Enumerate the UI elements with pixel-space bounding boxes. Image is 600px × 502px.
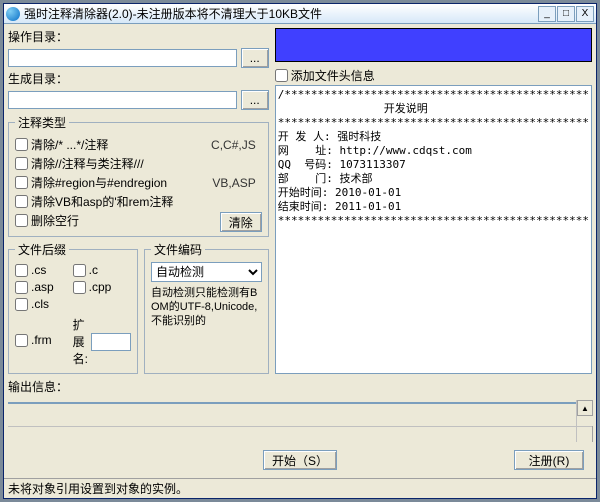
maximize-button[interactable]: □ [557, 6, 575, 22]
suf-6[interactable]: .frm [15, 314, 67, 366]
ct-check-2[interactable]: 清除#region与#endregion [15, 174, 167, 191]
scroll-corner [576, 426, 592, 442]
operate-dir-input[interactable] [8, 49, 237, 67]
file-suffix-group: 文件后缀 .cs .c .asp .cpp .cls .frm 扩展名: [8, 241, 138, 374]
encoding-group: 文件编码 自动检测 自动检测只能检测有BOM的UTF-8,Unicode,不能识… [144, 241, 269, 374]
suf-0[interactable]: .cs [15, 263, 67, 277]
status-text: 未将对象引用设置到对象的实例。 [8, 480, 188, 497]
ext-label: 扩展名: [73, 316, 88, 367]
suf-4[interactable]: .cls [15, 297, 67, 311]
operate-dir-label: 操作目录： [8, 28, 269, 45]
ext-input[interactable] [91, 333, 131, 351]
titlebar[interactable]: 强时注释清除器(2.0)-未注册版本将不清理大于10KB文件 _ □ X [4, 4, 596, 24]
output-dir-label: 生成目录： [8, 70, 269, 87]
minimize-button[interactable]: _ [538, 6, 556, 22]
encoding-note: 自动检测只能检测有BOM的UTF-8,Unicode,不能识别的 [151, 286, 262, 328]
suf-3[interactable]: .cpp [73, 280, 131, 294]
suf-2[interactable]: .asp [15, 280, 67, 294]
operate-dir-browse[interactable]: ... [241, 48, 269, 68]
ct-check-3[interactable]: 清除VB和asp的'和rem注释 [15, 193, 173, 210]
statusbar: 未将对象引用设置到对象的实例。 [4, 478, 596, 498]
output-dir-input[interactable] [8, 91, 237, 109]
ct-check-1[interactable]: 清除//注释与类注释/// [15, 155, 144, 172]
start-button[interactable]: 开始（S） [263, 450, 337, 470]
scroll-up-icon[interactable]: ▲ [577, 400, 593, 416]
close-button[interactable]: X [576, 6, 594, 22]
clear-button[interactable]: 清除 [220, 212, 262, 232]
app-window: 强时注释清除器(2.0)-未注册版本将不清理大于10KB文件 _ □ X 操作目… [3, 3, 597, 499]
output-info-label: 输出信息： [8, 378, 592, 395]
client-area: 操作目录： ... 生成目录： ... 注释类型 清除/* ...*/注释C,C… [4, 24, 596, 478]
hscrollbar[interactable] [8, 426, 576, 442]
app-icon [6, 7, 20, 21]
file-suffix-legend: 文件后缀 [15, 241, 69, 258]
header-info-textarea[interactable]: /***************************************… [275, 85, 592, 374]
add-header-check[interactable]: 添加文件头信息 [275, 67, 592, 84]
comment-types-group: 注释类型 清除/* ...*/注释C,C#,JS 清除//注释与类注释/// 清… [8, 114, 269, 237]
ct-check-4[interactable]: 删除空行 [15, 212, 79, 229]
ct-check-0[interactable]: 清除/* ...*/注释 [15, 136, 108, 153]
output-textarea[interactable] [8, 402, 592, 404]
register-button[interactable]: 注册(R) [514, 450, 584, 470]
output-dir-browse[interactable]: ... [241, 90, 269, 110]
encoding-legend: 文件编码 [151, 241, 205, 258]
suf-1[interactable]: .c [73, 263, 131, 277]
encoding-select[interactable]: 自动检测 [151, 262, 262, 282]
comment-types-legend: 注释类型 [15, 114, 69, 131]
output-wrap: ▲▼ [8, 400, 592, 442]
banner-box [275, 28, 592, 62]
window-title: 强时注释清除器(2.0)-未注册版本将不清理大于10KB文件 [24, 5, 538, 22]
